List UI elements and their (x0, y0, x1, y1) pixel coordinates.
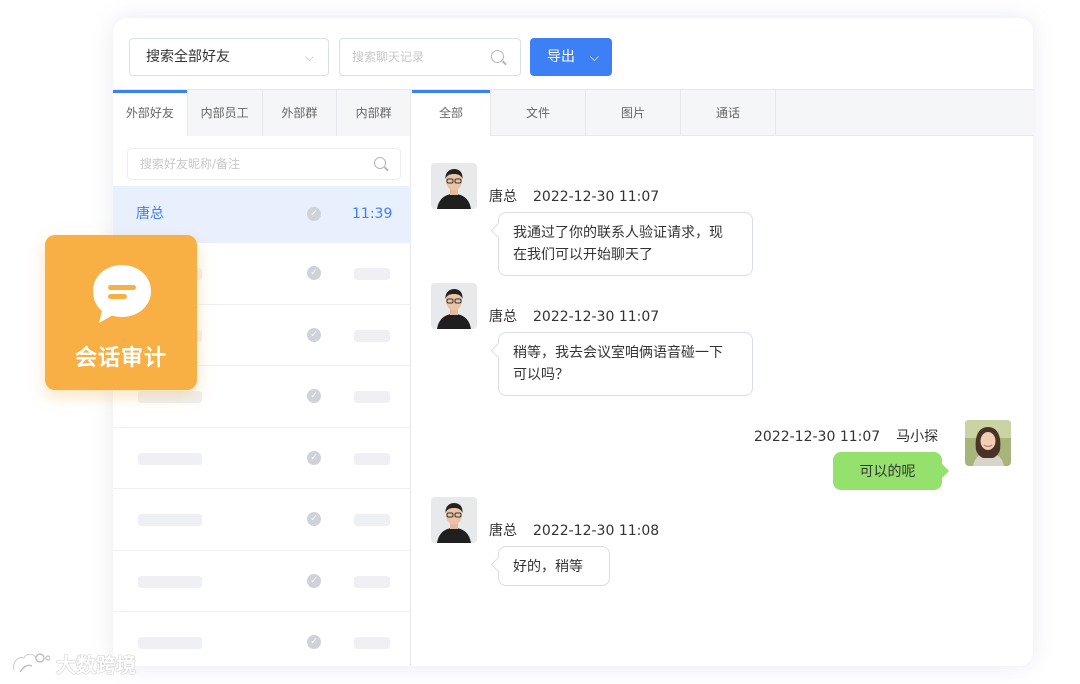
message-text-line: 可以的呢 (859, 464, 916, 480)
contact-row[interactable]: ✓ (113, 551, 411, 612)
stage: 搜索全部好友 ⌵ 导出 ⌵ 外部好友 内部员工 外部群 内部群 (0, 0, 1080, 684)
tab-images[interactable]: 图片 (586, 90, 681, 136)
tab-internal-groups[interactable]: 内部群 (337, 90, 410, 136)
contact-name-placeholder (138, 391, 202, 403)
message-time: 11:07 (618, 189, 660, 205)
watermark-logo-icon (12, 653, 50, 673)
tab-external-groups[interactable]: 外部群 (262, 90, 338, 136)
friend-scope-label: 搜索全部好友 (146, 49, 230, 65)
message-time: 11:07 (618, 309, 660, 325)
message-meta: 唐总 2022-12-30 11:07 (489, 186, 659, 206)
message-meta: 2022-12-30 11:07 马小探 (754, 426, 938, 446)
message-time: 11:08 (618, 523, 660, 539)
message-text-line: 好的，稍等 (513, 559, 583, 575)
search-icon[interactable] (491, 50, 504, 63)
message-bubble: 好的，稍等 (498, 546, 610, 586)
check-circle-icon: ✓ (307, 207, 321, 221)
watermark-text: 大数跨境 (56, 652, 136, 677)
search-icon[interactable] (374, 157, 386, 169)
check-circle-icon: ✓ (307, 512, 321, 526)
message-type-tabs: 全部 文件 图片 通话 (412, 90, 1033, 136)
tab-files[interactable]: 文件 (491, 90, 586, 136)
message-time: 11:07 (839, 429, 881, 445)
message-bubble-self: 可以的呢 (833, 452, 942, 490)
message-bubble: 稍等，我去会议室咱俩语音碰一下 可以吗？ (498, 332, 753, 396)
message-meta: 唐总 2022-12-30 11:07 (489, 306, 659, 326)
message-date: 2022-12-30 (533, 523, 615, 539)
contact-search[interactable] (127, 148, 401, 180)
contact-time-placeholder (354, 637, 390, 649)
message-text-line: 可以吗？ (513, 367, 569, 383)
message-date: 2022-12-30 (533, 189, 615, 205)
contact-row[interactable]: ✓ (113, 612, 411, 666)
avatar (965, 420, 1011, 466)
export-label: 导出 (547, 49, 575, 65)
sender-name: 马小探 (896, 429, 939, 445)
contact-time-placeholder (354, 452, 390, 465)
chat-panel: 全部 文件 图片 通话 唐总 2022-12-30 11:07 我通过了你的联系… (412, 90, 1033, 666)
message-bubble: 我通过了你的联系人验证请求，现 在我们可以开始聊天了 (498, 212, 753, 276)
contact-time: 11:39 (352, 206, 393, 222)
contact-name-placeholder (138, 514, 202, 526)
contact-row[interactable]: ✓ (113, 489, 411, 551)
check-circle-icon: ✓ (307, 266, 321, 280)
message-date: 2022-12-30 (533, 309, 615, 325)
check-circle-icon: ✓ (307, 327, 321, 342)
contact-tabs: 外部好友 内部员工 外部群 内部群 (113, 90, 410, 136)
chat-history-search[interactable] (339, 38, 521, 76)
sender-name: 唐总 (489, 523, 517, 539)
tab-calls[interactable]: 通话 (681, 90, 776, 136)
message-date: 2022-12-30 (754, 429, 836, 445)
contact-name-placeholder (138, 575, 202, 588)
avatar (431, 497, 477, 543)
chat-audit-window: 搜索全部好友 ⌵ 导出 ⌵ 外部好友 内部员工 外部群 内部群 (113, 18, 1033, 666)
message-text-line: 在我们可以开始聊天了 (513, 247, 653, 263)
friend-scope-select[interactable]: 搜索全部好友 ⌵ (129, 38, 329, 76)
check-circle-icon: ✓ (307, 635, 321, 649)
chat-bubble-icon (93, 265, 151, 323)
check-circle-icon: ✓ (307, 450, 321, 465)
check-circle-icon: ✓ (307, 573, 321, 588)
message-text-line: 稍等，我去会议室咱俩语音碰一下 (513, 345, 723, 361)
contact-time-placeholder (354, 514, 390, 526)
tab-external-friends[interactable]: 外部好友 (113, 90, 188, 136)
contact-name-placeholder (138, 452, 202, 465)
badge-label: 会话审计 (74, 346, 167, 371)
tab-all[interactable]: 全部 (412, 90, 491, 136)
chevron-down-icon: ⌵ (304, 50, 314, 64)
session-audit-badge: 会话审计 (45, 235, 197, 390)
contact-search-input[interactable] (128, 149, 400, 179)
sender-name: 唐总 (489, 189, 517, 205)
sender-name: 唐总 (489, 309, 517, 325)
contact-time-placeholder (354, 329, 390, 342)
message-meta: 唐总 2022-12-30 11:08 (489, 520, 659, 540)
chevron-down-icon[interactable]: ⌵ (590, 38, 599, 76)
tab-internal-staff[interactable]: 内部员工 (187, 90, 263, 136)
contact-time-placeholder (354, 268, 390, 280)
contact-time-placeholder (354, 391, 390, 403)
export-button[interactable]: 导出 ⌵ (530, 38, 612, 76)
check-circle-icon: ✓ (307, 389, 321, 403)
avatar (431, 163, 477, 209)
contact-time-placeholder (354, 575, 390, 588)
toolbar: 搜索全部好友 ⌵ 导出 ⌵ (113, 18, 1033, 90)
contact-name-placeholder (138, 637, 202, 649)
watermark: 大数跨境 (10, 648, 136, 678)
avatar (431, 283, 477, 329)
contact-row[interactable]: ✓ (113, 428, 411, 489)
message-text-line: 我通过了你的联系人验证请求，现 (513, 225, 723, 241)
